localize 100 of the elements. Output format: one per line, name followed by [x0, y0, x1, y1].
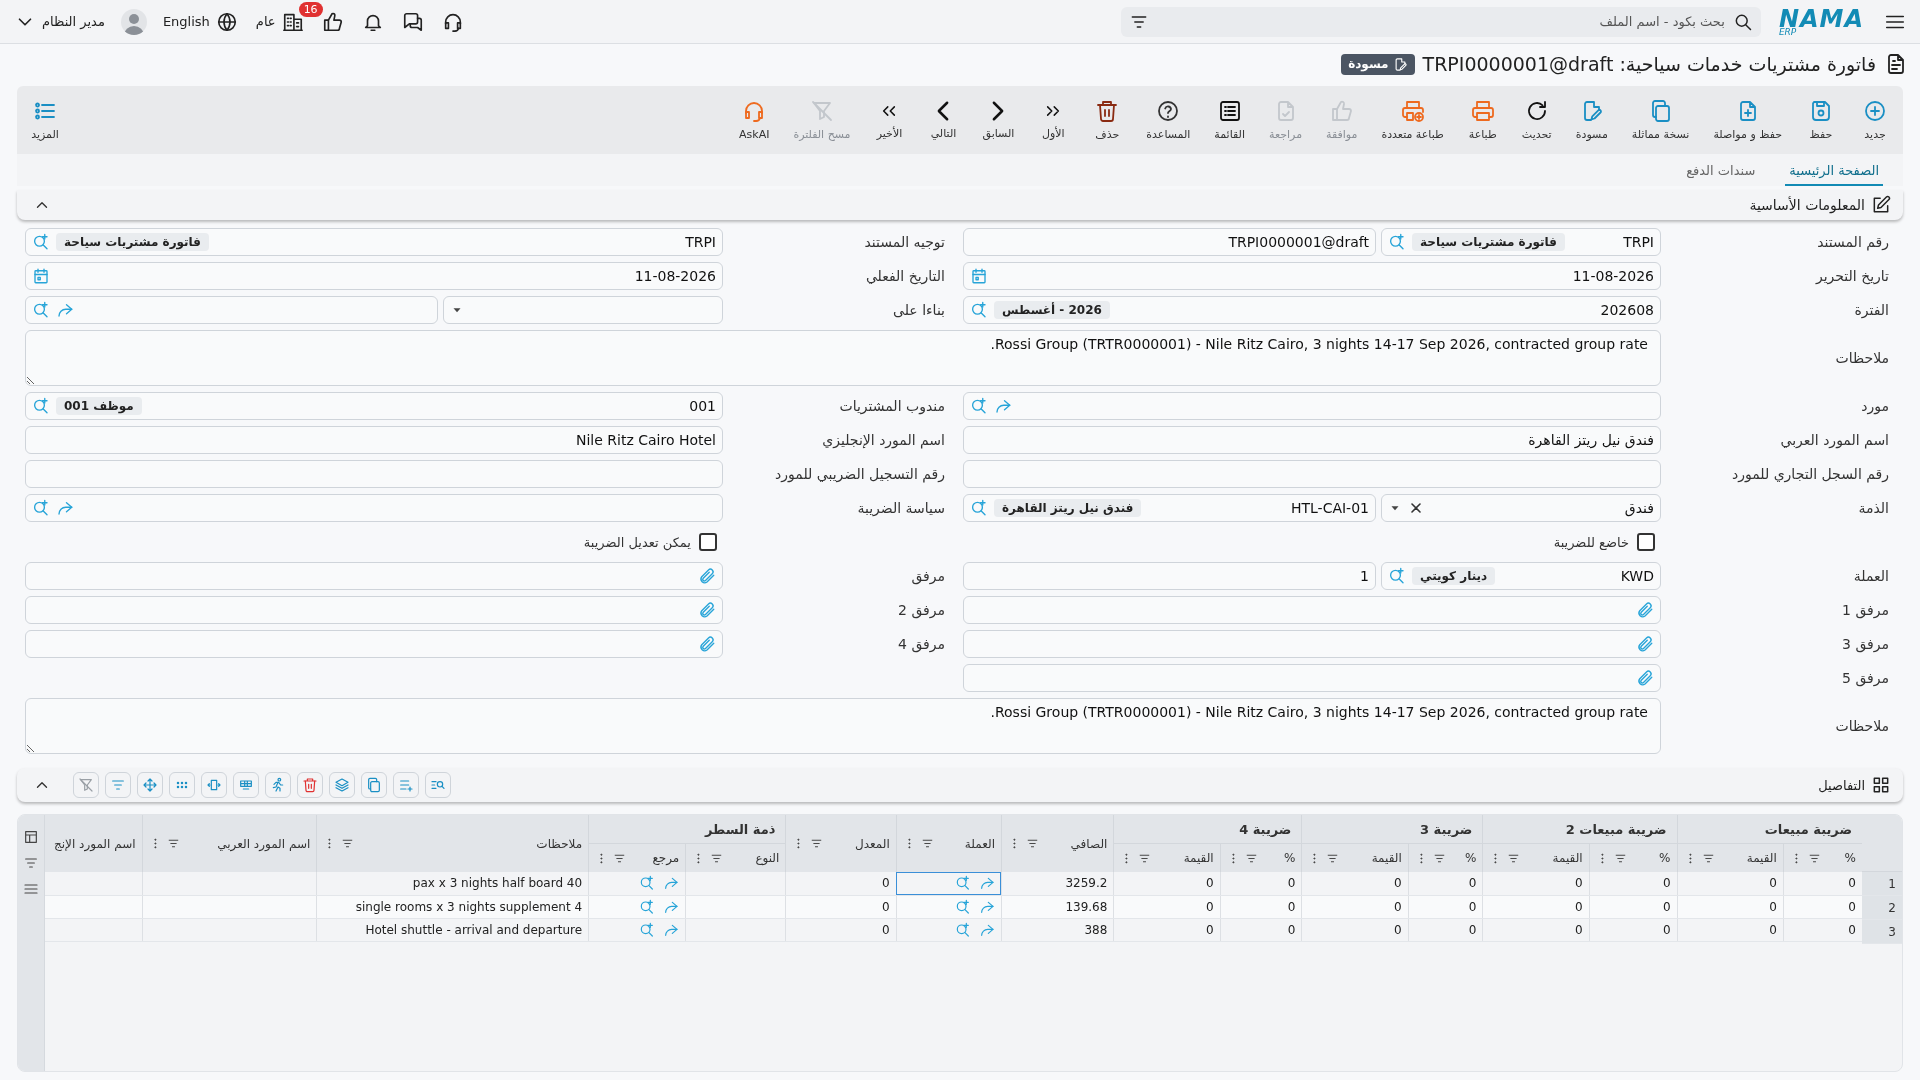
globe-icon [215, 10, 238, 33]
tool-button[interactable] [233, 772, 259, 798]
lookup-field[interactable] [25, 296, 438, 324]
attachment-field[interactable] [963, 664, 1661, 692]
column-title[interactable]: اسم المورد العربي [184, 836, 311, 851]
column-title[interactable]: المعدل [828, 836, 890, 851]
tool-button[interactable] [361, 772, 387, 798]
toolbar-button[interactable]: حفظ و مواصلة [1706, 95, 1789, 145]
notes-field[interactable]: Rossi Group (TRTR0000001) - Nile Ritz Cairo, 3 nights 14-17 Sep 2026, contracted group rate. [25, 330, 1661, 386]
table-cell: 0 [1677, 872, 1784, 895]
column-title[interactable]: % [1450, 851, 1477, 865]
table-cell: 0 [1482, 895, 1590, 918]
table-cell: 0 [1408, 872, 1483, 895]
tab[interactable]: الصفحة الرئيسية [1785, 159, 1883, 186]
page-title: فاتورة مشتريات خدمات سياحية: TRPI0000001@draft [1422, 53, 1876, 75]
table-cell[interactable] [588, 895, 686, 918]
field-label: اسم المورد العربي [1780, 432, 1889, 448]
checkbox[interactable] [699, 533, 717, 551]
more-button[interactable]: المزيد [23, 95, 67, 145]
tool-button[interactable] [201, 772, 227, 798]
search-plus-icon [639, 898, 656, 915]
table-cell[interactable] [896, 895, 1002, 918]
attachment-field[interactable] [25, 630, 723, 658]
table-cell: 0 [1113, 872, 1221, 895]
table-cell: 388 [1001, 918, 1114, 941]
tool-button[interactable] [329, 772, 355, 798]
toolbar-button[interactable]: الأول [1031, 96, 1076, 144]
toolbar-button[interactable]: حذف [1085, 95, 1130, 145]
date-field[interactable]: 11-08-2026 [963, 262, 1661, 290]
column-group-header: ذمة السطر [588, 815, 786, 844]
search-plus-icon [970, 301, 988, 319]
notes-field[interactable]: Rossi Group (TRTR0000001) - Nile Ritz Cairo, 3 nights 14-17 Sep 2026, contracted group rate. [25, 698, 1661, 754]
tool-button[interactable] [105, 772, 131, 798]
calendar-icon [32, 267, 50, 285]
field-label: اسم المورد الإنجليزي [822, 432, 945, 448]
toolbar-button[interactable]: مسودة [1568, 95, 1615, 145]
lookup-field[interactable] [25, 494, 723, 522]
table-cell[interactable] [896, 872, 1002, 895]
user-menu[interactable]: مدير النظام [12, 8, 107, 35]
dropdown-field[interactable] [443, 296, 723, 324]
table-cell: 0 [1220, 895, 1302, 918]
search-plus-icon [970, 397, 988, 415]
table-cell: 0 [1113, 918, 1221, 941]
table-cell: 0 [785, 895, 897, 918]
field-label: رقم السجل التجاري للمورد [1731, 466, 1889, 482]
checkbox[interactable] [1637, 533, 1655, 551]
table-cell[interactable] [588, 872, 686, 895]
lookup-field[interactable] [963, 392, 1661, 420]
table-cell: 139.68 [1001, 895, 1114, 918]
share-arrow-icon [994, 397, 1012, 415]
text-field[interactable] [963, 460, 1661, 488]
toolbar-button[interactable]: طباعة متعددة [1374, 95, 1451, 145]
text-field[interactable]: فندق نيل ريتز القاهرة [963, 426, 1661, 454]
toolbar-button[interactable]: الأخير [867, 96, 912, 144]
tool-button[interactable] [137, 772, 163, 798]
tool-button[interactable] [393, 772, 419, 798]
table-cell[interactable] [896, 918, 1002, 941]
toolbar-button[interactable]: التالي [921, 96, 966, 144]
tool-button[interactable] [169, 772, 195, 798]
search-field[interactable]: بحث بكود - اسم الملف [1120, 6, 1761, 37]
column-title[interactable]: % [1825, 851, 1856, 865]
date-field[interactable]: 11-08-2026 [25, 262, 723, 290]
tab[interactable]: سندات الدفع [1682, 159, 1760, 186]
toolbar-button[interactable]: القائمة [1207, 95, 1252, 145]
dropdown-field[interactable]: فندق [1381, 494, 1661, 522]
filter-icon [920, 837, 934, 850]
grid-icon [1871, 775, 1891, 795]
attachment-field[interactable] [963, 630, 1661, 658]
column-title[interactable]: الصافي [1044, 836, 1108, 851]
move-icon [142, 777, 158, 793]
table-cell: 0 [1220, 918, 1302, 941]
toolbar-button[interactable]: تحديث [1514, 95, 1559, 145]
toolbar-button[interactable]: طباعة [1460, 95, 1505, 145]
table-cell: 0 [1783, 895, 1862, 918]
tool-button[interactable] [425, 772, 451, 798]
table-cell: 0 [1301, 872, 1409, 895]
column-title[interactable]: العملة [938, 836, 995, 851]
toolbar-button[interactable]: السابق [975, 96, 1022, 144]
toolbar-button[interactable]: نسخة مماثلة [1624, 95, 1697, 145]
table-cell[interactable] [588, 918, 686, 941]
attachment-field[interactable] [25, 562, 723, 590]
toolbar-button[interactable]: المساعدة [1139, 95, 1198, 145]
text-field[interactable]: Nile Ritz Cairo Hotel [25, 426, 723, 454]
attachment-field[interactable] [963, 596, 1661, 624]
toolbar-button[interactable]: حفظ [1799, 95, 1843, 145]
tool-button[interactable] [297, 772, 323, 798]
toolbar-button[interactable]: جديد [1853, 95, 1897, 145]
field-label: مرفق 2 [898, 602, 945, 618]
text-field[interactable]: 1 [963, 562, 1376, 590]
attachment-field[interactable] [25, 596, 723, 624]
clear-icon[interactable] [1408, 500, 1424, 516]
text-field[interactable] [25, 460, 723, 488]
tool-button[interactable] [265, 772, 291, 798]
column-group-header: ضريبة 3 [1301, 815, 1483, 844]
language-button[interactable]: English [160, 8, 240, 35]
column-group-header: ضريبة 4 [1113, 815, 1302, 844]
plus-circle-icon [1863, 99, 1887, 123]
toolbar-button[interactable]: AskAI [732, 95, 777, 145]
text-field[interactable]: TRPI0000001@draft [963, 228, 1376, 256]
share-arrow-icon [663, 875, 680, 892]
